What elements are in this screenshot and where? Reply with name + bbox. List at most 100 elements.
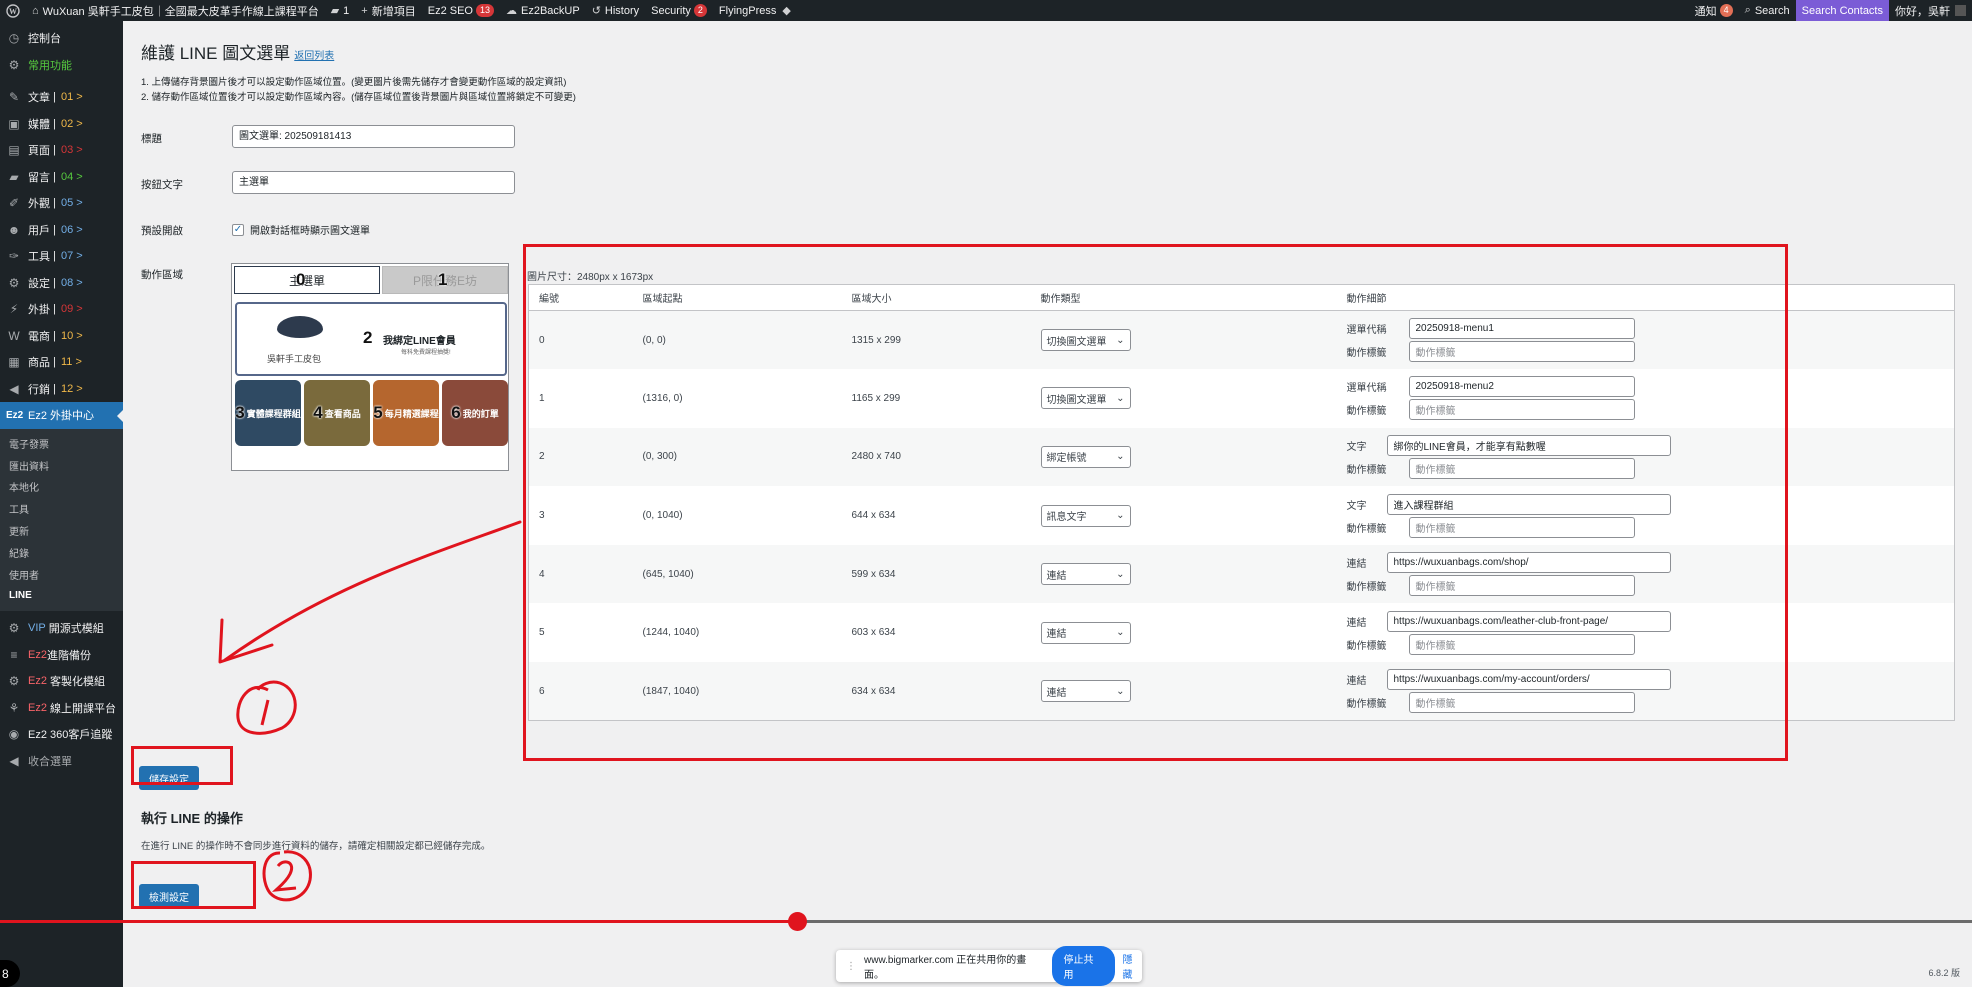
history-link[interactable]: ↺ History	[586, 0, 645, 21]
rich-menu-preview: 主選單 0 P限任務E坊 1 吳軒手工皮包 2 我綁定LINE會員 每科免費課程…	[231, 263, 509, 471]
comment-icon: ▰	[9, 169, 19, 184]
annotation-box-check	[131, 861, 256, 909]
commerce-icon: W	[8, 328, 20, 343]
action-area-label: 動作區域	[141, 269, 183, 281]
area-number-6: 6	[451, 403, 461, 422]
plug-icon: ⚡	[9, 302, 19, 317]
banner-subtitle: 每科免費課程抽獎!	[401, 350, 451, 356]
wp-version: 6.8.2 版	[1928, 968, 1960, 978]
admin-sidebar: ◷ 控制台 ⚙ 常用功能 ✎ 文章 | 01 > ▣ 媒體 | 02 > ▤ 頁面 | 0…	[0, 21, 123, 987]
notifications-badge: 4	[1719, 4, 1733, 17]
avatar	[1955, 5, 1966, 16]
search-icon: ⌕	[1744, 4, 1751, 16]
preview-area-5[interactable]: 5 每月精選課程	[373, 380, 439, 446]
preview-area-4[interactable]: 4 查看商品	[304, 380, 370, 446]
sidebar-item-commerce[interactable]: W 電商 | 10 >	[0, 323, 123, 350]
brand-logo	[277, 316, 323, 338]
sidebar-item-posts[interactable]: ✎ 文章 | 01 >	[0, 84, 123, 111]
sidebar-item-ez2-plugin-center[interactable]: Ez2 Ez2 外掛中心	[0, 402, 123, 429]
sidebar-item-users[interactable]: ☻ 用戶 | 06 >	[0, 217, 123, 244]
new-item-link[interactable]: + 新增項目	[355, 0, 421, 21]
ez2-backup-link[interactable]: ☁ Ez2BackUP	[500, 0, 586, 21]
wordpress-logo-icon[interactable]: W	[0, 0, 26, 21]
svg-text:W: W	[9, 7, 17, 16]
sidebar-item-appearance[interactable]: ✐ 外觀 | 05 >	[0, 190, 123, 217]
search-link[interactable]: ⌕ Search	[1739, 0, 1796, 21]
sidebar-item-media[interactable]: ▣ 媒體 | 02 >	[0, 111, 123, 138]
account-greeting[interactable]: 你好，吳軒	[1889, 0, 1972, 21]
admin-bar: W ⌂ WuXuan 吳軒手工皮包｜全國最大皮革手作線上課程平台 ▰ 1 + 新增項目…	[0, 0, 1972, 21]
page-icon: ▤	[8, 143, 20, 158]
preview-area-0[interactable]: 主選單 0	[234, 266, 380, 294]
submenu-localization[interactable]: 本地化	[0, 476, 123, 498]
preview-area-6[interactable]: 6 我的訂單	[442, 380, 508, 446]
annotation-box-table	[523, 244, 1788, 761]
preview-area-1[interactable]: P限任務E坊 1	[382, 266, 508, 294]
back-to-list-link[interactable]: 返回列表	[294, 51, 334, 62]
security-badge: 2	[693, 4, 707, 17]
preview-area-3[interactable]: 3 實體課程群組	[235, 380, 301, 446]
security-link[interactable]: Security 2	[645, 0, 713, 21]
video-progress-fill	[0, 920, 797, 923]
sidebar-item-custom-modules[interactable]: ⚙ Ez2 客製化模組	[0, 668, 123, 695]
sidebar-item-vip-modules[interactable]: ⚙ VIP 開源式模組	[0, 615, 123, 642]
sidebar-item-products[interactable]: ▦ 商品 | 11 >	[0, 349, 123, 376]
submenu-export[interactable]: 匯出資料	[0, 454, 123, 476]
title-label: 標題	[141, 133, 162, 145]
ez2-icon: Ez2	[6, 409, 24, 421]
submenu-tools[interactable]: 工具	[0, 498, 123, 520]
seo-badge: 13	[475, 4, 494, 17]
stop-sharing-button[interactable]: 停止共用	[1051, 946, 1115, 986]
submenu-users[interactable]: 使用者	[0, 563, 123, 585]
sidebar-item-pages[interactable]: ▤ 頁面 | 03 >	[0, 137, 123, 164]
submenu-e-invoice[interactable]: 電子發票	[0, 433, 123, 455]
preview-area-2[interactable]: 吳軒手工皮包 2 我綁定LINE會員 每科免費課程抽獎!	[235, 302, 507, 376]
hide-link[interactable]: 隱藏	[1123, 951, 1142, 981]
sidebar-item-marketing[interactable]: ◀ 行銷 | 12 >	[0, 376, 123, 403]
sidebar-item-advanced-backup[interactable]: ≡ Ez2 進階備份	[0, 641, 123, 668]
area-number-4: 4	[313, 403, 323, 422]
sidebar-item-comments[interactable]: ▰ 留言 | 04 >	[0, 164, 123, 191]
sidebar-item-settings[interactable]: ⚙ 設定 | 08 >	[0, 270, 123, 297]
comment-icon: ▰	[330, 5, 340, 17]
sidebar-collapse[interactable]: ◀ 收合選單	[0, 747, 123, 774]
drag-handle-icon[interactable]: ⋮	[846, 961, 856, 972]
button-text-label: 按鈕文字	[141, 179, 183, 191]
notifications-link[interactable]: 通知 4	[1689, 0, 1739, 21]
comments-link[interactable]: ▰ 1	[325, 0, 356, 21]
brand-name: 吳軒手工皮包	[267, 355, 322, 365]
collapse-icon: ◀	[9, 753, 19, 768]
annotation-box-save	[131, 746, 233, 785]
gear-icon: ⚙	[8, 57, 20, 72]
area-number-1: 1	[438, 270, 448, 289]
instructions: 1. 上傳儲存背景圖片後才可以設定動作區域位置。(變更圖片後需先儲存才會變更動作…	[141, 77, 576, 103]
sidebar-item-360-tracking[interactable]: ◉ Ez2 360客戶追蹤	[0, 721, 123, 748]
submenu-logs[interactable]: 紀錄	[0, 541, 123, 563]
video-progress-handle[interactable]	[787, 912, 807, 931]
sidebar-item-online-course[interactable]: ⚘ Ez2 線上開課平台	[0, 694, 123, 721]
sidebar-item-plugins[interactable]: ⚡ 外掛 | 09 >	[0, 296, 123, 323]
submenu-updates[interactable]: 更新	[0, 520, 123, 542]
flyingpress-link[interactable]: FlyingPress ◆	[713, 0, 801, 21]
default-open-label: 預設開啟	[141, 225, 183, 237]
sidebar-item-common[interactable]: ⚙ 常用功能	[0, 52, 123, 79]
line-section-title: 執行 LINE 的操作	[141, 811, 243, 826]
ez2-seo-link[interactable]: Ez2 SEO 13	[422, 0, 500, 21]
rocket-icon: ⚘	[8, 700, 20, 715]
title-input[interactable]: 圖文選單: 202509181413	[232, 125, 515, 148]
eye-icon: ◉	[8, 727, 20, 742]
area-number-0: 0	[296, 270, 306, 289]
list-icon: ≡	[10, 647, 18, 662]
user-icon: ☻	[7, 222, 21, 237]
search-contacts-button[interactable]: Search Contacts	[1795, 0, 1889, 21]
submenu-line[interactable]: LINE	[0, 585, 123, 607]
banner-title: 我綁定LINE會員	[383, 336, 456, 347]
wrench-icon: ✑	[8, 249, 20, 264]
sidebar-item-dashboard[interactable]: ◷ 控制台	[0, 25, 123, 52]
sidebar-item-tools[interactable]: ✑ 工具 | 07 >	[0, 243, 123, 270]
cloud-icon: ☁	[506, 5, 517, 17]
site-name-link[interactable]: ⌂ WuXuan 吳軒手工皮包｜全國最大皮革手作線上課程平台	[26, 0, 325, 21]
button-text-input[interactable]: 主選單	[232, 171, 515, 194]
default-open-checkbox[interactable]: ✓	[232, 223, 244, 236]
pin-icon: ✎	[8, 90, 20, 105]
